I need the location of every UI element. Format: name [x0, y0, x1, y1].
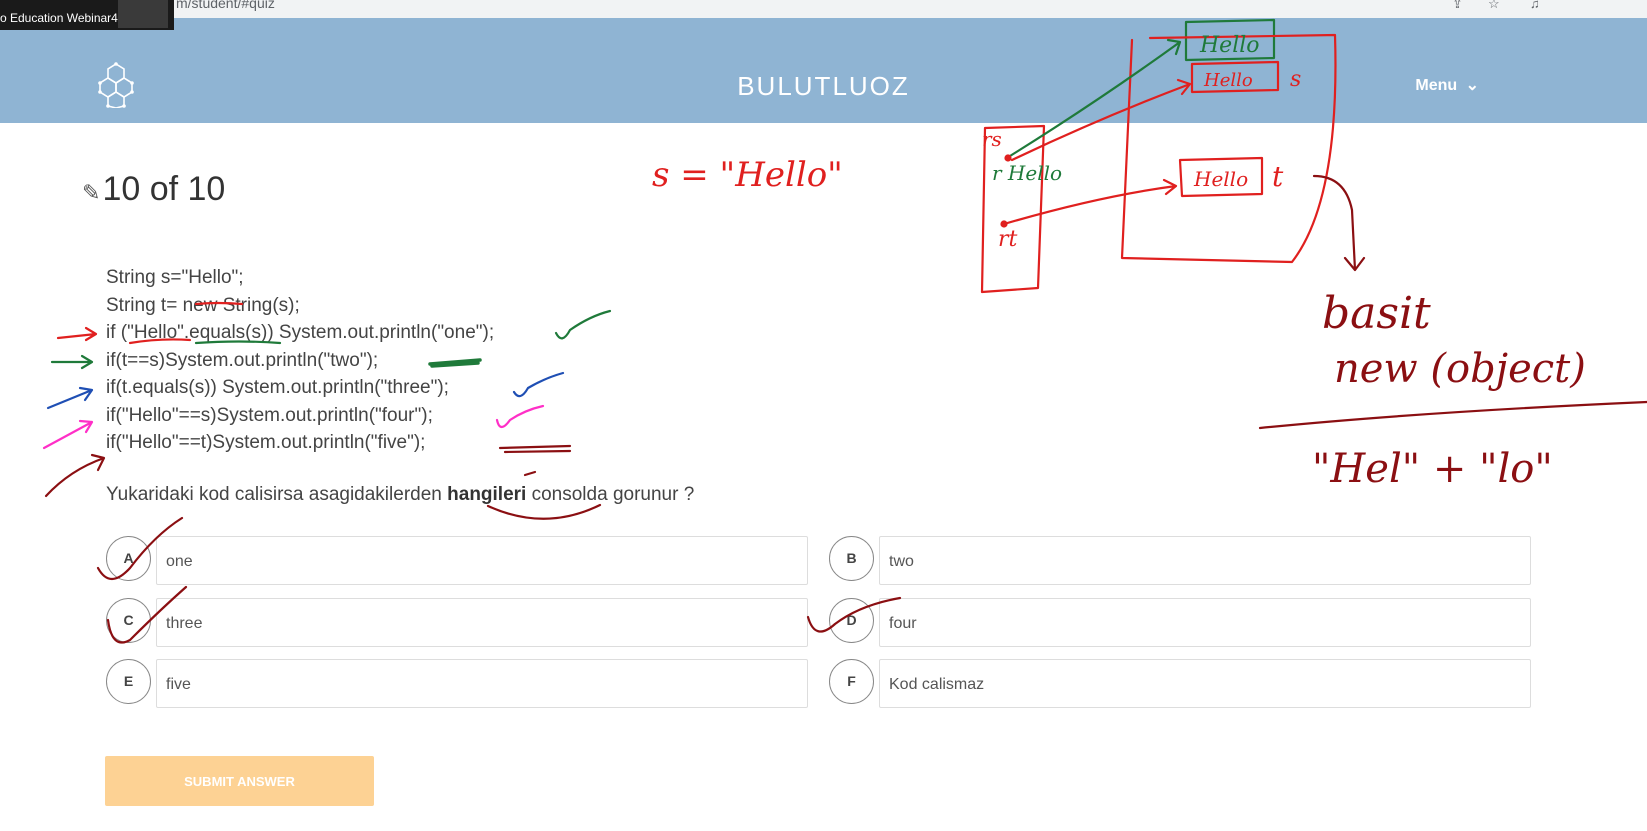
question-emphasis: hangileri	[447, 484, 527, 505]
option-a[interactable]: one	[156, 536, 808, 585]
share-icon[interactable]: ⇪	[1452, 0, 1466, 11]
bookmark-star-icon[interactable]: ☆	[1488, 0, 1502, 11]
option-c[interactable]: three	[156, 598, 808, 647]
menu-button[interactable]: Menu ⌄	[1415, 75, 1479, 95]
browser-toolbar: m/student/#quiz ⇪ ☆ ♫	[0, 0, 1647, 19]
option-b-letter[interactable]: B	[829, 536, 874, 581]
submit-answer-button[interactable]: SUBMIT ANSWER	[105, 756, 374, 806]
code-snippet: String s="Hello"; String t= new String(s)…	[106, 264, 494, 457]
option-d-letter[interactable]: D	[829, 598, 874, 643]
annotation-r-hello: r Hello	[992, 161, 1062, 185]
question-text: Yukaridaki kod calisirsa asagidakilerden…	[106, 484, 695, 505]
code-line: String s="Hello";	[106, 267, 244, 288]
option-c-letter[interactable]: C	[106, 598, 151, 643]
annotation-concat: "Hel" + "lo"	[1312, 446, 1553, 492]
annotation-basit: basit	[1322, 288, 1431, 339]
annotation-box-low-var: t	[1272, 160, 1284, 193]
question-counter: ✎10 of 10	[82, 170, 225, 209]
participant-video-thumbnail	[118, 0, 168, 28]
annotation-rt: rt	[998, 227, 1018, 252]
media-icon[interactable]: ♫	[1530, 0, 1544, 11]
code-line: if ("Hello".equals(s)) System.out.printl…	[106, 322, 495, 343]
option-f[interactable]: Kod calismaz	[879, 659, 1531, 708]
code-line: if("Hello"==s)System.out.println("four")…	[106, 404, 433, 426]
pencil-icon: ✎	[82, 180, 101, 205]
option-a-letter[interactable]: A	[106, 536, 151, 581]
option-e-letter[interactable]: E	[106, 659, 151, 704]
code-line: if(t==s)System.out.println("two");	[106, 349, 379, 371]
address-bar[interactable]: m/student/#quiz	[176, 0, 275, 11]
code-line: String t= new String(s);	[106, 294, 300, 316]
annotation-rs: rs	[982, 127, 1002, 151]
brand-title: BULUTLUOZ	[737, 71, 910, 101]
option-f-letter[interactable]: F	[829, 659, 874, 704]
annotation-s-assign: s = "Hello"	[652, 155, 843, 195]
webinar-title: o Education Webinar4	[0, 11, 118, 25]
option-e[interactable]: five	[156, 659, 808, 708]
question-counter-text: 10 of 10	[102, 170, 226, 208]
menu-label: Menu	[1415, 77, 1458, 94]
code-line: if(t.equals(s)) System.out.println("thre…	[106, 377, 449, 398]
annotation-new-object: new (object)	[1334, 346, 1586, 392]
webinar-overlay: o Education Webinar4	[0, 0, 174, 30]
option-b[interactable]: two	[879, 536, 1531, 585]
site-header: BULUTLUOZ Menu ⌄	[0, 18, 1647, 123]
chevron-down-icon: ⌄	[1465, 77, 1479, 94]
option-d[interactable]: four	[879, 598, 1531, 647]
code-line: if("Hello"==t)System.out.println("five")…	[106, 432, 426, 453]
annotation-box-low: Hello	[1193, 167, 1248, 191]
